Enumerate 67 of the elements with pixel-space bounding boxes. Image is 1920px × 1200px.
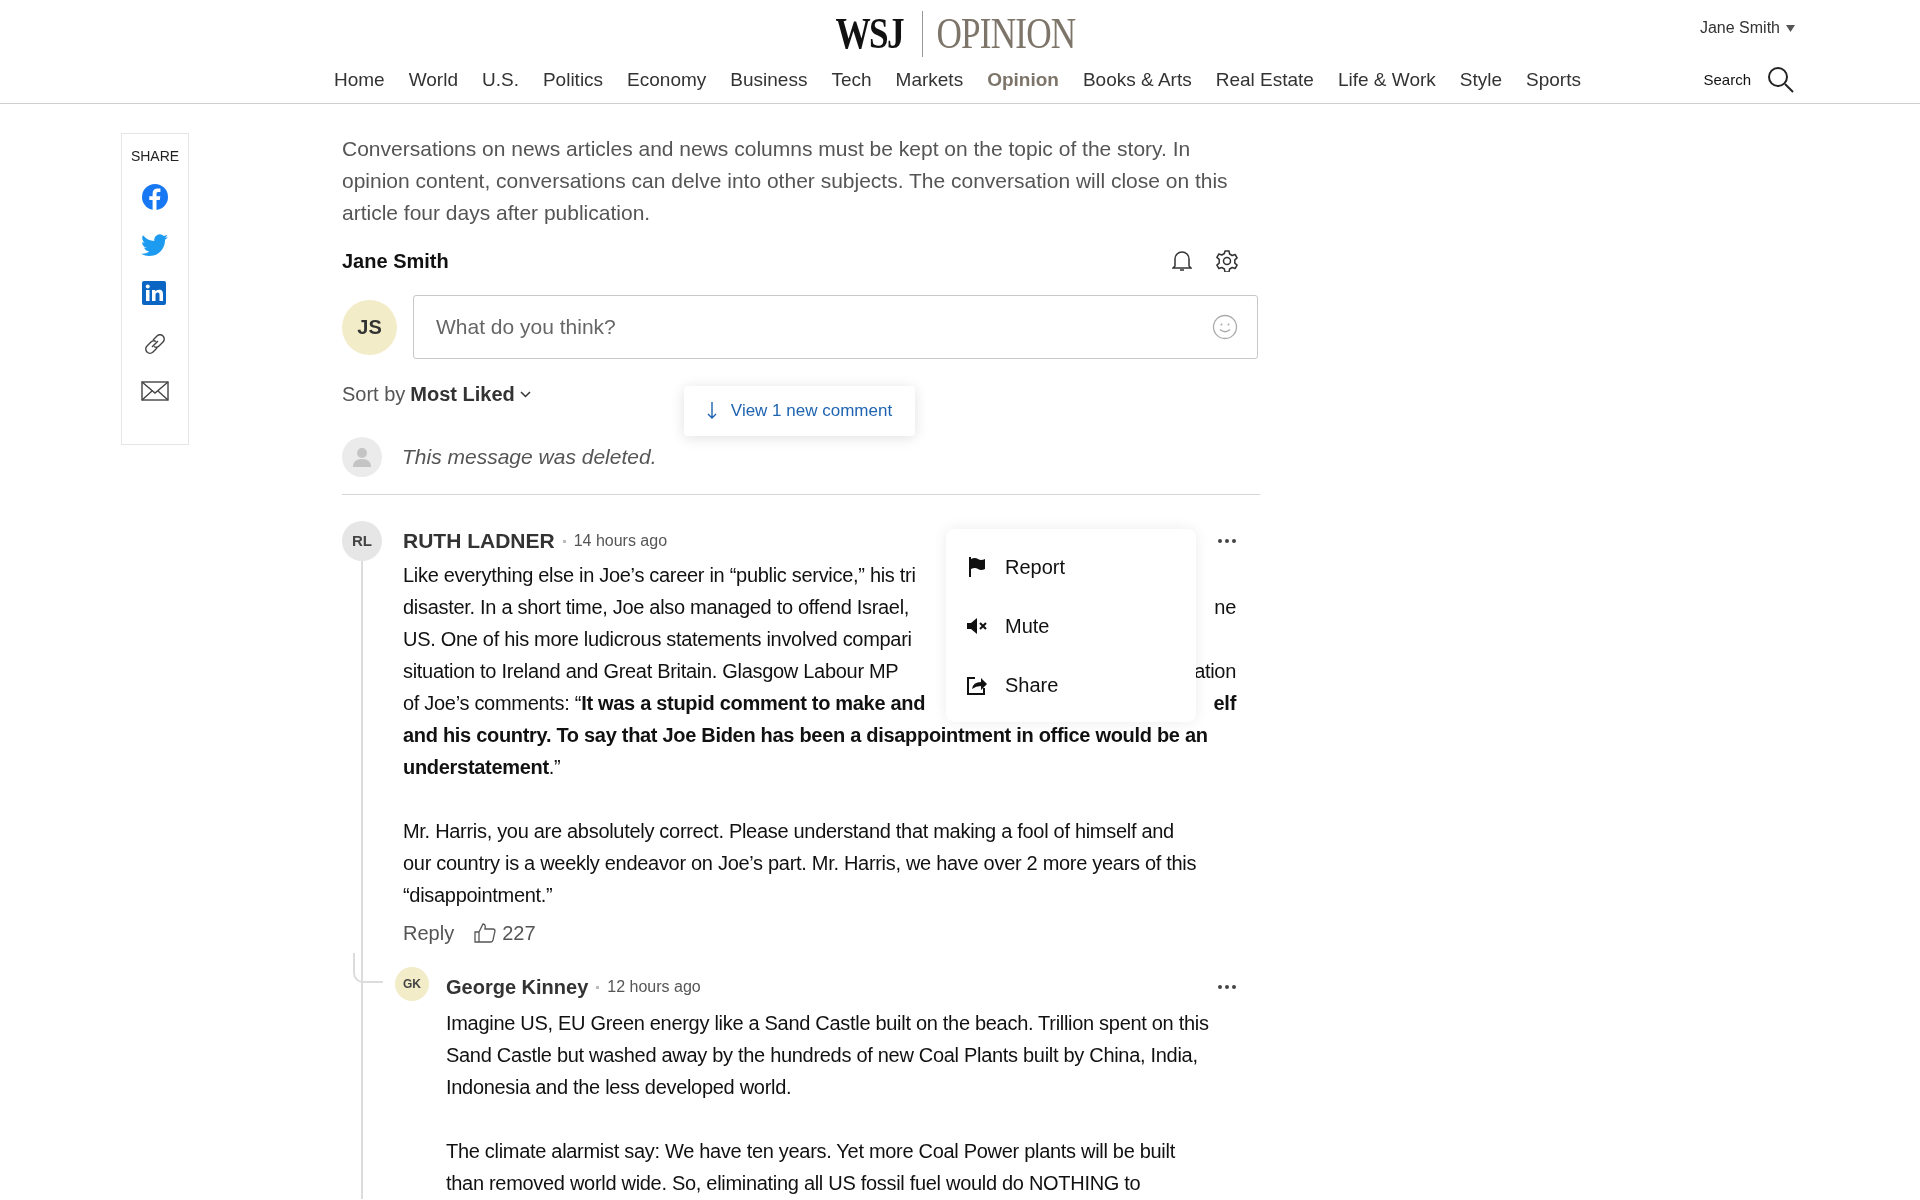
author-name[interactable]: RUTH LADNER [403,525,555,557]
comment-text-line: and his country. To say that Joe Biden has been a disappointment in office would be an [403,723,1208,748]
muted-speaker-icon [967,617,987,634]
nav-link[interactable]: World [408,66,458,95]
more-options-icon[interactable] [1218,539,1236,543]
user-name: Jane Smith [342,249,449,274]
comment-text-line: understatement.” [403,755,561,780]
chevron-down-icon [519,390,531,398]
caret-icon [1786,24,1795,32]
nav-link[interactable]: Opinion [987,66,1059,95]
nav-link[interactable]: Business [730,66,808,95]
user-menu[interactable]: Jane Smith [1699,16,1795,40]
comment-text-fragment: ne [1214,595,1236,620]
nav-link[interactable]: Books & Arts [1082,66,1192,95]
nav-link[interactable]: Style [1459,66,1503,95]
nav-link[interactable]: Politics [542,66,604,95]
comment-text-line: situation to Ireland and Great Britain. Glasgow Labour MP [403,659,899,684]
reply-button[interactable]: Reply [403,918,455,948]
sort-dropdown[interactable]: Sort by Most Liked [342,379,531,409]
user-avatar: JS [342,299,397,355]
comment-text-line: of Joe’s comments: “It was a stupid comment to make and [403,691,926,716]
nav-link[interactable]: Economy [627,66,707,95]
mail-icon[interactable] [141,381,169,401]
menu-item[interactable]: Report [946,537,1196,596]
timestamp: 12 hours ago [607,977,701,997]
author-avatar: RL [342,521,382,561]
comment-text-line: Like everything else in Joe’s career in “public service,” his tri [403,563,916,588]
comment-text-line: US. One of his more ludicrous statements involved compari [403,627,912,652]
search-icon [1767,66,1795,95]
thumbs-up-icon [474,923,497,943]
settings-icon[interactable] [1216,250,1238,272]
section-title[interactable]: OPINION [936,10,1076,58]
share-label: SHARE [130,147,180,166]
nav-link[interactable]: Sports [1526,66,1581,95]
nav-link[interactable]: Life & Work [1337,66,1436,95]
bell-icon[interactable] [1172,250,1192,272]
bird-icon[interactable] [141,234,169,258]
menu-item[interactable]: Share [946,655,1196,714]
comment-text: The climate alarmist say: We have ten years. Yet more Coal Power plants will be built than removed world wide. So, eliminating all US fossil fuel would do NOTHING to [446,1139,1176,1196]
comment-text-fragment: elf [1213,691,1236,716]
like-button[interactable]: 227 [474,918,536,948]
deleted-message: This message was deleted. [402,444,657,471]
menu-item[interactable]: Mute [946,596,1196,655]
nav-link[interactable]: Home [334,66,385,95]
facebook-icon[interactable] [141,183,169,211]
nav-link[interactable]: U.S. [481,66,519,95]
author-name[interactable]: George Kinney [446,972,589,1002]
flag-icon [967,556,987,577]
comment-text-line: disaster. In a short time, Joe also managed to offend Israel, [403,595,910,620]
logo-wordmark[interactable]: WSJ [835,10,904,58]
nav-link[interactable]: Markets [895,66,964,95]
comment-text-fragment: ation [1194,659,1236,684]
comment-text: Imagine US, EU Green energy like a Sand Castle built on the beach. Trillion spent on this Sand Castle but washed away by the hundreds of new Coal Plants built by China, India, Indonesia and the less developed world. [446,1011,1210,1100]
search-button[interactable]: Search [1703,66,1795,95]
author-avatar: GK [395,967,429,1001]
more-options-icon[interactable] [1218,985,1236,989]
person-icon [353,447,371,467]
comment-guidelines: Conversations on news articles and news columns must be kept on the topic of the story. In opinion content, conversations can delve into other subjects. The conversation will close on this article four days after publication. [342,136,1229,226]
nav-link[interactable]: Real Estate [1215,66,1314,95]
arrow-down-icon [706,402,717,420]
comment-input[interactable]: What do you think? [413,295,1258,359]
nav-link[interactable]: Tech [831,66,872,95]
comment-text: Mr. Harris, you are absolutely correct. Please understand that making a fool of himself and our country is a weekly endeavor on Joe’s part. Mr. Harris, we have over 2 more years of this “disappointment.” [403,819,1198,908]
timestamp: 14 hours ago [573,531,668,551]
linkedin-icon[interactable] [142,281,168,307]
new-comment-button[interactable]: View 1 new comment [684,386,915,436]
share-icon [967,674,987,695]
